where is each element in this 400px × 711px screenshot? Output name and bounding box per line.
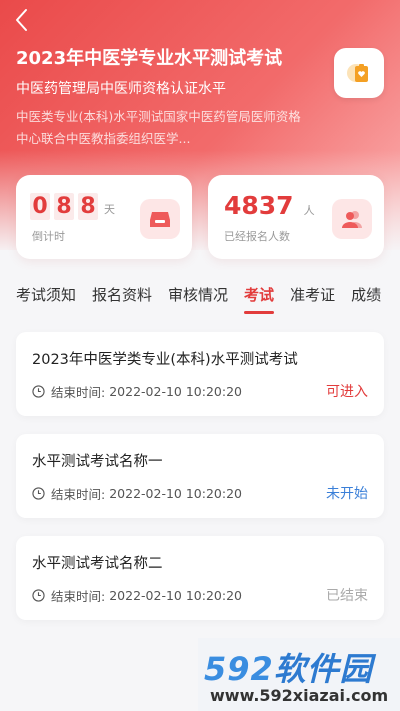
tab-review-status[interactable]: 审核情况 <box>168 282 228 316</box>
back-button[interactable] <box>14 8 38 36</box>
watermark-url: www.592xiazai.com <box>210 686 389 705</box>
signup-count-card: 4837 人 已经报名人数 <box>208 175 384 259</box>
exam-card[interactable]: 水平测试考试名称二 结束时间: 2022-02-10 10:20:20 已结束 <box>16 536 384 620</box>
exam-end-time: 结束时间: 2022-02-10 10:20:20 <box>32 586 242 605</box>
countdown-unit: 天 <box>104 203 115 216</box>
exam-status-badge: 未开始 <box>326 486 368 502</box>
countdown-digits: 0 8 8 天 <box>30 193 115 220</box>
users-icon <box>332 199 372 239</box>
page-description: 中医类专业(本科)水平测试国家中医药管局医师资格中心联合中医教指委组织医学... <box>16 109 301 146</box>
exam-card[interactable]: 2023年中医学类专业(本科)水平测试考试 结束时间: 2022-02-10 1… <box>16 332 384 416</box>
exam-card[interactable]: 水平测试考试名称一 结束时间: 2022-02-10 10:20:20 未开始 <box>16 434 384 518</box>
site-watermark: 592软件园 www.592xiazai.com <box>198 638 400 711</box>
exam-title: 水平测试考试名称二 <box>32 556 163 572</box>
tab-notice[interactable]: 考试须知 <box>16 282 76 316</box>
end-time-label: 结束时间: <box>51 589 106 604</box>
end-time-value: 2022-02-10 10:20:20 <box>109 588 242 603</box>
chevron-left-icon <box>16 9 27 31</box>
countdown-digit: 8 <box>54 193 74 220</box>
watermark-logo-number: 592 <box>204 650 274 688</box>
exam-title: 水平测试考试名称一 <box>32 454 163 470</box>
signup-count-value: 4837 <box>224 191 294 220</box>
end-time-value: 2022-02-10 10:20:20 <box>109 384 242 399</box>
signup-count-unit: 人 <box>303 204 315 217</box>
tab-registration-info[interactable]: 报名资料 <box>92 282 152 316</box>
tab-exam[interactable]: 考试 <box>244 282 275 316</box>
signup-count: 4837 人 <box>224 191 315 221</box>
tab-bar: 考试须知 报名资料 审核情况 考试 准考证 成绩 <box>0 282 400 316</box>
page-subtitle: 中医药管理局中医师资格认证水平 <box>16 81 226 97</box>
signup-count-label: 已经报名人数 <box>224 230 290 243</box>
exam-status-badge: 已结束 <box>326 588 368 604</box>
inbox-icon <box>140 199 180 239</box>
exam-end-time: 结束时间: 2022-02-10 10:20:20 <box>32 382 242 401</box>
enter-exam-link[interactable]: 可进入 <box>326 381 368 401</box>
end-time-label: 结束时间: <box>51 385 106 400</box>
exam-title: 2023年中医学类专业(本科)水平测试考试 <box>32 352 298 368</box>
countdown-digit: 0 <box>30 193 50 220</box>
tab-admission-ticket[interactable]: 准考证 <box>290 282 335 316</box>
clock-icon <box>32 385 45 398</box>
end-time-label: 结束时间: <box>51 487 106 502</box>
countdown-card: 0 8 8 天 倒计时 <box>16 175 192 259</box>
exam-end-time: 结束时间: 2022-02-10 10:20:20 <box>32 484 242 503</box>
watermark-logo-text: 软件园 <box>273 650 373 688</box>
watermark-logo: 592软件园 <box>204 644 373 690</box>
exam-app-icon <box>334 48 384 98</box>
clipboard-heart-icon <box>347 64 368 82</box>
end-time-value: 2022-02-10 10:20:20 <box>109 486 242 501</box>
clock-icon <box>32 589 45 602</box>
clock-icon <box>32 487 45 500</box>
countdown-digit: 8 <box>78 193 98 220</box>
page-title: 2023年中医学专业水平测试考试 <box>16 48 283 69</box>
tab-scores[interactable]: 成绩 <box>351 282 381 316</box>
countdown-label: 倒计时 <box>32 230 65 243</box>
